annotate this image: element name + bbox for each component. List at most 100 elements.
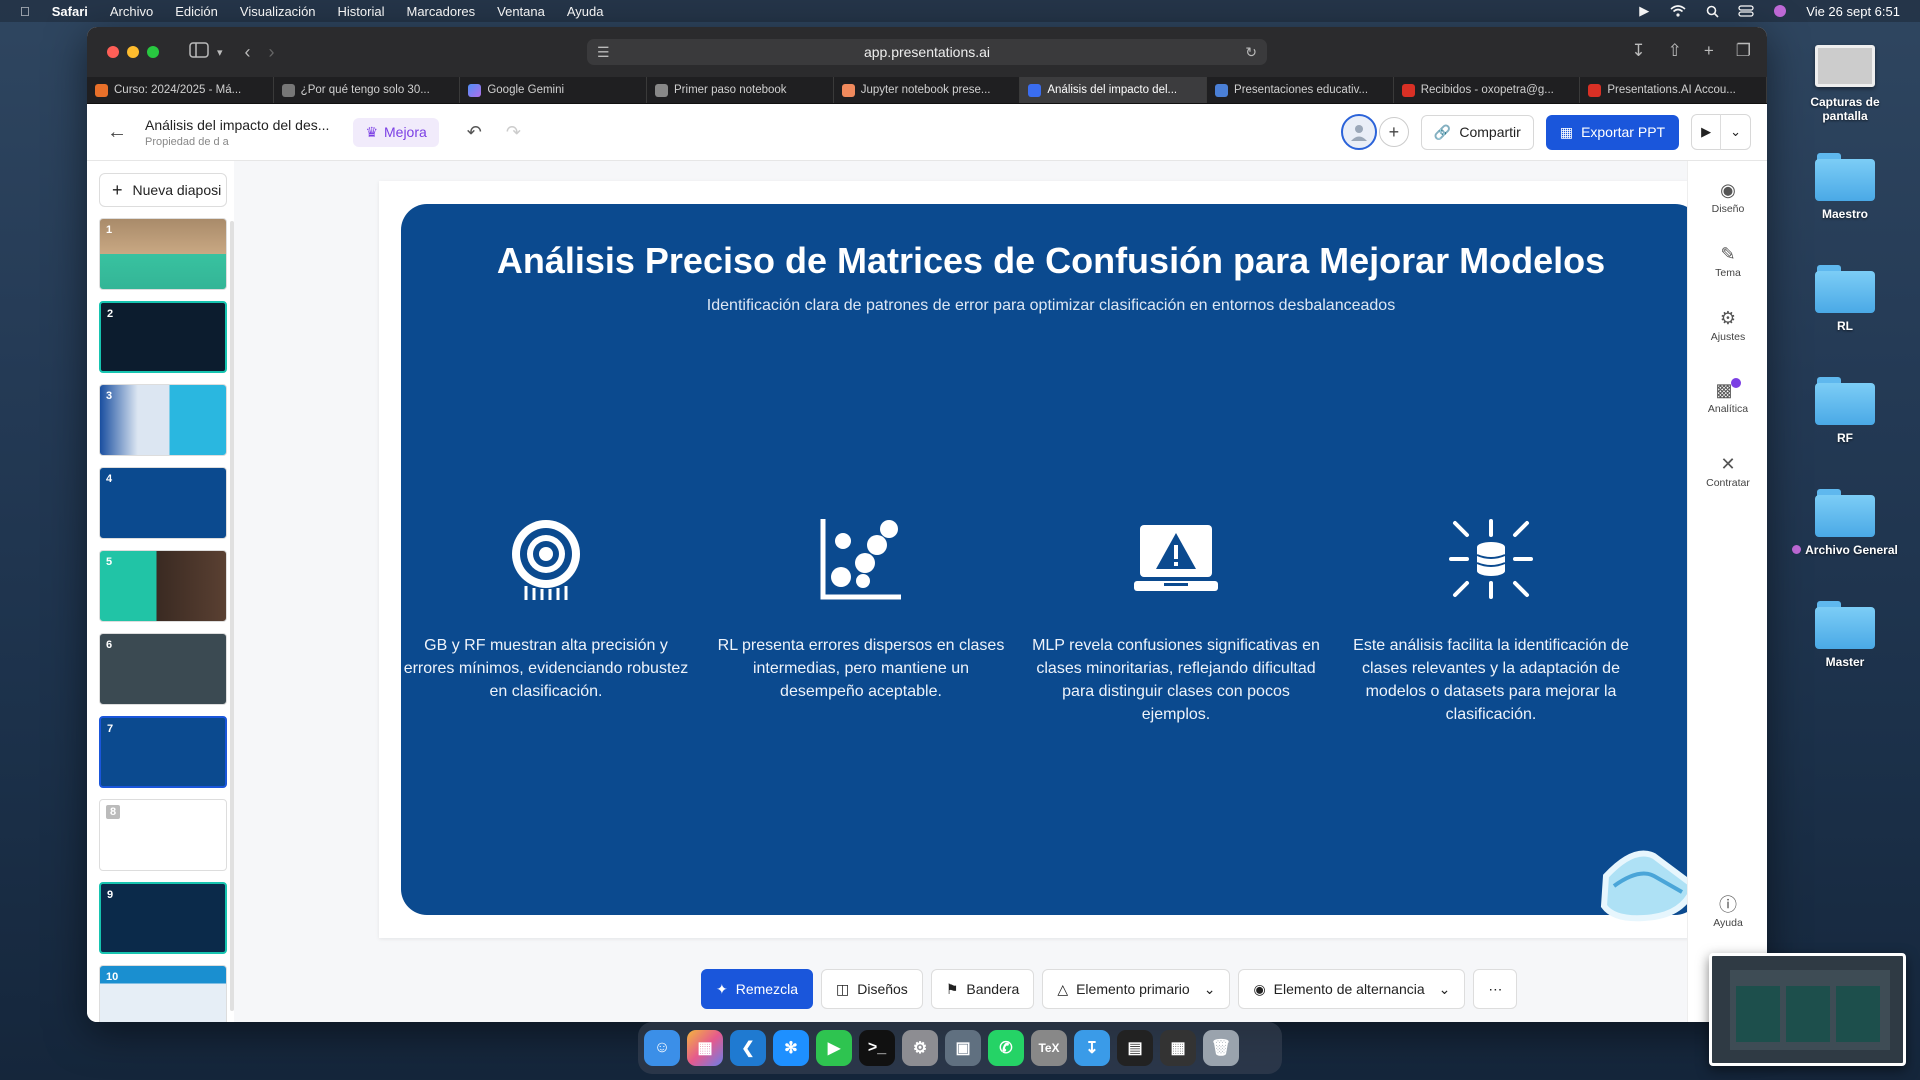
forward-nav-icon[interactable]: › <box>269 42 275 63</box>
desktop-folder-master[interactable]: Master <box>1770 601 1920 669</box>
slide-subtitle[interactable]: Identificación clara de patrones de erro… <box>401 297 1701 315</box>
chevron-down-icon[interactable]: ▾ <box>217 46 223 59</box>
siri-icon[interactable] <box>1772 4 1788 18</box>
content-column-1[interactable]: GB y RF muestran alta precisión y errore… <box>401 514 691 703</box>
menu-historial[interactable]: Historial <box>338 4 385 19</box>
menu-edicion[interactable]: Edición <box>175 4 218 19</box>
tab-gmail[interactable]: Recibidos - oxopetra@g... <box>1394 77 1581 103</box>
theme-tool[interactable]: ✎ Tema <box>1688 241 1767 280</box>
preview-app-icon[interactable]: ▣ <box>945 1030 981 1066</box>
play-status-icon[interactable]: ▶ <box>1636 3 1652 18</box>
redo-icon[interactable]: ↷ <box>506 122 521 143</box>
finder-icon[interactable]: ☺ <box>644 1030 680 1066</box>
new-slide-button[interactable]: + Nueva diaposi <box>99 173 227 207</box>
spotlight-search-icon[interactable] <box>1704 4 1720 18</box>
hire-tool[interactable]: ✕ Contratar <box>1688 451 1767 490</box>
tab-curso[interactable]: Curso: 2024/2025 - Má... <box>87 77 274 103</box>
slide-thumbnail-10[interactable]: 10 <box>99 965 227 1022</box>
primary-element-dropdown[interactable]: △ Elemento primario ⌄ <box>1042 969 1231 1009</box>
launchpad-icon[interactable]: ▦ <box>687 1030 723 1066</box>
wifi-icon[interactable] <box>1670 4 1686 18</box>
screenshot-preview-thumbnail[interactable] <box>1709 953 1906 1066</box>
tab-jupyter[interactable]: Jupyter notebook prese... <box>834 77 1021 103</box>
tab-gemini[interactable]: Google Gemini <box>460 77 648 103</box>
apple-icon[interactable]:  <box>20 4 30 19</box>
slide-thumbnail-9[interactable]: 9 <box>99 882 227 954</box>
share-icon[interactable]: ⇧ <box>1668 41 1682 61</box>
tab-presentaciones[interactable]: Presentaciones educativ... <box>1207 77 1394 103</box>
content-column-4[interactable]: Este análisis facilita la identificación… <box>1346 514 1636 726</box>
reload-icon[interactable]: ↻ <box>1245 44 1257 61</box>
address-bar[interactable]: ☰ app.presentations.ai ↻ <box>587 39 1267 65</box>
remix-button[interactable]: ✦ Remezcla <box>701 969 813 1009</box>
new-tab-icon[interactable]: + <box>1704 41 1714 61</box>
tab-analisis[interactable]: Análisis del impacto del... <box>1020 77 1208 103</box>
zoom-window-button[interactable] <box>147 46 159 58</box>
menu-app-name[interactable]: Safari <box>52 4 88 19</box>
help-tool[interactable]: ⓘ Ayuda <box>1688 891 1767 929</box>
design-tool[interactable]: ◉ Diseño <box>1688 177 1767 216</box>
trash-icon[interactable]: 🗑 <box>1203 1030 1239 1066</box>
downloads-icon[interactable]: ↧ <box>1631 41 1645 61</box>
menu-archivo[interactable]: Archivo <box>110 4 153 19</box>
system-settings-icon[interactable]: ⚙ <box>902 1030 938 1066</box>
analytics-tool[interactable]: ▩ Analítica <box>1688 377 1767 415</box>
back-arrow-icon[interactable]: ← <box>107 121 131 144</box>
sidebar-toggle-icon[interactable] <box>189 41 209 63</box>
avatar[interactable] <box>1340 114 1377 150</box>
menu-datetime[interactable]: Vie 26 sept 6:51 <box>1806 4 1900 19</box>
slide-thumbnail-3[interactable]: 3 <box>99 384 227 456</box>
slide-thumbnail-7[interactable]: 7 <box>99 716 227 788</box>
menu-ayuda[interactable]: Ayuda <box>567 4 604 19</box>
flag-button[interactable]: ⚑ Bandera <box>930 969 1035 1009</box>
tab-presentations-account[interactable]: Presentations.AI Accou... <box>1580 77 1767 103</box>
export-ppt-button[interactable]: ▦ Exportar PPT <box>1545 114 1680 150</box>
slide-title[interactable]: Análisis Preciso de Matrices de Confusió… <box>401 240 1701 282</box>
slide-thumbnail-1[interactable]: 1 <box>99 218 227 290</box>
safari-icon[interactable]: ✻ <box>773 1030 809 1066</box>
desktop-icon-capturas[interactable]: Capturas de pantalla <box>1770 45 1920 123</box>
menu-visualizacion[interactable]: Visualización <box>240 4 316 19</box>
play-icon[interactable]: ▶ <box>1692 124 1720 140</box>
tab-por-que[interactable]: ¿Por qué tengo solo 30... <box>274 77 461 103</box>
share-button[interactable]: 🔗 Compartir <box>1420 114 1534 150</box>
slide-thumbnail-8[interactable]: 8 <box>99 799 227 871</box>
document-title[interactable]: Análisis del impacto del des... Propieda… <box>145 117 329 148</box>
vscode-icon[interactable]: ❮ <box>730 1030 766 1066</box>
desktop-folder-rl[interactable]: RL <box>1770 265 1920 333</box>
downloads-folder-icon[interactable]: ↧ <box>1074 1030 1110 1066</box>
upgrade-button[interactable]: ♛ Mejora <box>353 117 439 147</box>
menu-marcadores[interactable]: Marcadores <box>407 4 476 19</box>
app-stack-icon[interactable]: ▦ <box>1160 1030 1196 1066</box>
content-column-3[interactable]: MLP revela confusiones significativas en… <box>1031 514 1321 726</box>
terminal-icon[interactable]: >_ <box>859 1030 895 1066</box>
undo-icon[interactable]: ↶ <box>467 122 482 143</box>
minimize-window-button[interactable] <box>127 46 139 58</box>
present-options-chevron-icon[interactable]: ⌄ <box>1720 114 1750 150</box>
slide-thumbnail-4[interactable]: 4 <box>99 467 227 539</box>
back-nav-icon[interactable]: ‹ <box>245 42 251 63</box>
control-center-icon[interactable] <box>1738 4 1754 18</box>
tex-icon[interactable]: TeX <box>1031 1030 1067 1066</box>
content-column-2[interactable]: RL presenta errores dispersos en clases … <box>716 514 1006 703</box>
close-window-button[interactable] <box>107 46 119 58</box>
layouts-button[interactable]: ◫ Diseños <box>820 969 923 1009</box>
menu-ventana[interactable]: Ventana <box>497 4 545 19</box>
activity-monitor-icon[interactable]: ▤ <box>1117 1030 1153 1066</box>
desktop-folder-maestro[interactable]: Maestro <box>1770 153 1920 221</box>
tab-primer-paso[interactable]: Primer paso notebook <box>647 77 834 103</box>
desktop-folder-rf[interactable]: RF <box>1770 377 1920 445</box>
desktop-folder-archivo-general[interactable]: Archivo General <box>1770 489 1920 557</box>
slide-thumbnail-2[interactable]: 2 <box>99 301 227 373</box>
toggle-element-dropdown[interactable]: ◉ Elemento de alternancia ⌄ <box>1238 969 1466 1009</box>
add-collaborator-button[interactable]: + <box>1378 117 1409 147</box>
site-settings-icon[interactable]: ☰ <box>597 44 610 61</box>
slide-7[interactable]: Análisis Preciso de Matrices de Confusió… <box>401 204 1701 915</box>
more-options-button[interactable]: ⋯ <box>1473 969 1518 1009</box>
slide-thumbnail-5[interactable]: 5 <box>99 550 227 622</box>
facetime-icon[interactable]: ▶ <box>816 1030 852 1066</box>
tab-overview-icon[interactable]: ❐ <box>1736 41 1751 61</box>
settings-tool[interactable]: ⚙ Ajustes <box>1688 305 1767 344</box>
slide-thumbnail-6[interactable]: 6 <box>99 633 227 705</box>
whatsapp-icon[interactable]: ✆ <box>988 1030 1024 1066</box>
